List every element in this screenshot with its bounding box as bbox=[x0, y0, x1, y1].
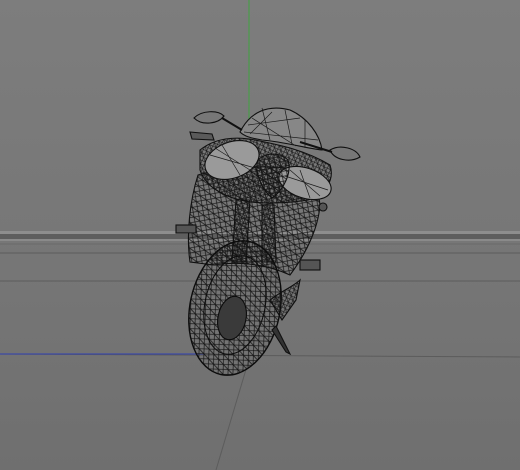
frame-bolt bbox=[318, 202, 328, 212]
viewport-canvas[interactable] bbox=[0, 0, 520, 470]
footpeg-left bbox=[175, 224, 197, 234]
3d-viewport[interactable] bbox=[0, 0, 520, 470]
footpeg-right bbox=[299, 259, 321, 271]
